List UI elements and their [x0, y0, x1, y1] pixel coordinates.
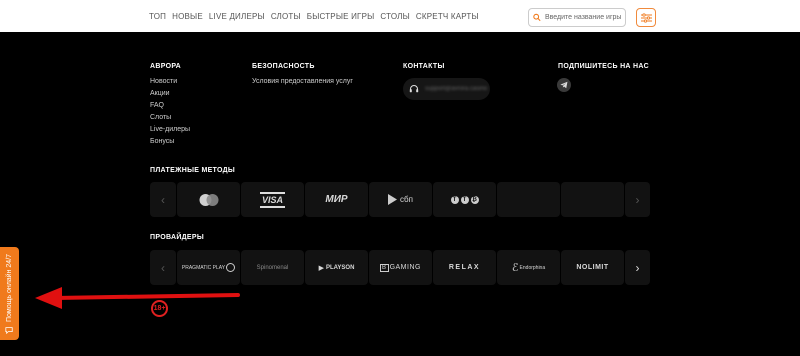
- annotation-arrow: [35, 287, 240, 309]
